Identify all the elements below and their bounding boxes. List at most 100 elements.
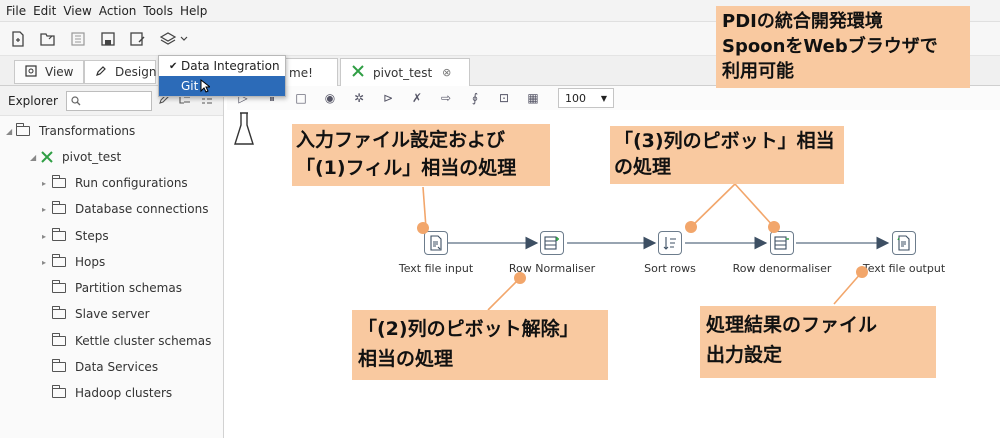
pivot-test-tab-label: pivot_test: [373, 65, 433, 80]
open-file-icon[interactable]: [40, 31, 56, 47]
callout-line: 「(1)フィル」相当の処理: [296, 157, 517, 179]
expand-arrow-icon[interactable]: ▸: [42, 232, 52, 241]
tree-item-label: Slave server: [75, 307, 150, 321]
explore-db-icon[interactable]: ⊡: [496, 91, 512, 105]
collapse-arrow-icon[interactable]: ◢: [30, 153, 40, 162]
tree-item-data-services[interactable]: Data Services: [51, 356, 159, 378]
step-text-file-input[interactable]: [424, 231, 448, 255]
tree-item-label: Partition schemas: [75, 281, 182, 295]
callout-unpivot: 「(2)列のピボット解除」 相当の処理: [352, 310, 608, 380]
stop-icon[interactable]: □: [293, 91, 309, 105]
expand-arrow-icon[interactable]: ▸: [42, 258, 52, 267]
callout-line: 処理結果のファイル: [706, 314, 878, 336]
step-row-normaliser[interactable]: [540, 231, 564, 255]
explorer-search-input[interactable]: [65, 90, 152, 111]
dropdown-item-data-integration[interactable]: ✔ Data Integration: [159, 56, 285, 76]
search-icon: [71, 95, 81, 105]
callout-line: 利用可能: [722, 61, 794, 82]
tree-item-partition-schemas[interactable]: Partition schemas: [51, 277, 182, 299]
folder-icon: [51, 201, 66, 214]
verify-icon[interactable]: ✗: [409, 91, 425, 105]
grid-icon[interactable]: ▦: [525, 91, 541, 105]
step-label-sort-rows: Sort rows: [644, 262, 696, 275]
dropdown-item-git[interactable]: Git: [159, 76, 285, 96]
close-tab-icon[interactable]: ⊗: [442, 66, 451, 79]
callout-line: PDIの統合開発環境: [722, 11, 883, 32]
view-icon: [25, 64, 37, 80]
callout-dot: [685, 221, 697, 233]
chevron-down-icon: ▼: [600, 93, 607, 103]
explorer-panel: Explorer ◢ Transformations ◢ pivot_test …: [0, 86, 224, 438]
tree-item-pivot-test[interactable]: ◢ pivot_test: [30, 146, 121, 168]
new-file-icon[interactable]: [10, 30, 26, 47]
callout-line: 相当の処理: [358, 348, 454, 370]
explorer-title: Explorer: [8, 93, 58, 108]
tree-item-transformations[interactable]: ◢ Transformations: [6, 120, 135, 142]
denormaliser-icon: [774, 236, 789, 250]
callout-line: 出力設定: [706, 344, 783, 366]
menu-edit[interactable]: Edit: [33, 4, 56, 18]
welcome-tab-label: me!: [289, 65, 313, 80]
transformation-icon: [41, 151, 53, 163]
debug-icon[interactable]: ✲: [351, 91, 367, 105]
menu-tools[interactable]: Tools: [143, 4, 173, 18]
menu-view[interactable]: View: [63, 4, 91, 18]
welcome-tab[interactable]: me!: [282, 58, 338, 86]
collapse-arrow-icon[interactable]: ◢: [6, 127, 16, 136]
save-icon[interactable]: [100, 31, 116, 47]
tree-item-label: Data Services: [75, 360, 159, 374]
step-text-file-output[interactable]: [892, 231, 916, 255]
callout-dot: [514, 272, 526, 284]
menu-file[interactable]: File: [6, 4, 26, 18]
callout-line: 入力ファイル設定および: [296, 129, 506, 151]
step-sort-rows[interactable]: [658, 231, 682, 255]
menu-action[interactable]: Action: [99, 4, 137, 18]
step-label-text-file-input: Text file input: [398, 262, 474, 275]
step-label-text-file-output: Text file output: [862, 262, 946, 275]
replay-icon[interactable]: ⊳: [380, 91, 396, 105]
view-tab-label: View: [45, 65, 74, 79]
expand-arrow-icon[interactable]: ▸: [42, 205, 52, 214]
folder-icon: [51, 175, 66, 188]
perspective-dropdown: ✔ Data Integration Git: [158, 55, 286, 97]
file-output-icon: [897, 235, 910, 251]
save-as-icon[interactable]: [130, 31, 146, 47]
tree-item-hadoop-clusters[interactable]: Hadoop clusters: [51, 382, 172, 404]
sql-icon[interactable]: ∮: [467, 91, 483, 105]
folder-icon: [51, 306, 66, 319]
menu-help[interactable]: Help: [180, 4, 207, 18]
folder-icon: [51, 280, 66, 293]
tree-item-label: Hops: [75, 255, 106, 269]
tree-item-run-configurations[interactable]: ▸ Run configurations: [42, 172, 188, 194]
tree-item-kettle-cluster-schemas[interactable]: Kettle cluster schemas: [51, 330, 211, 352]
data-integration-label: Data Integration: [181, 59, 280, 73]
mouse-cursor-icon: [200, 79, 211, 93]
preview-icon[interactable]: ◉: [322, 91, 338, 105]
callout-dot: [856, 266, 868, 278]
tree-item-label: Transformations: [39, 124, 136, 138]
tree-item-label: pivot_test: [62, 150, 122, 164]
folder-icon: [15, 123, 30, 136]
tree-item-slave-server[interactable]: Slave server: [51, 303, 150, 325]
folder-icon: [51, 359, 66, 372]
view-perspective-tab[interactable]: View: [14, 60, 84, 84]
zoom-select[interactable]: 100 ▼: [558, 88, 614, 108]
layers-icon[interactable]: [160, 31, 190, 47]
impact-icon[interactable]: ⇨: [438, 91, 454, 105]
step-row-denormaliser[interactable]: [770, 231, 794, 255]
flask-icon: [234, 112, 254, 145]
callout-input-fill: 入力ファイル設定および 「(1)フィル」相当の処理: [292, 124, 550, 186]
explore-repository-icon[interactable]: [70, 31, 86, 47]
callout-line: の処理: [614, 156, 672, 178]
tree-item-hops[interactable]: ▸ Hops: [42, 251, 105, 273]
design-tab-label: Design: [115, 65, 157, 79]
tree-item-steps[interactable]: ▸ Steps: [42, 225, 109, 247]
pencil-icon: [95, 65, 107, 80]
tree-item-database-connections[interactable]: ▸ Database connections: [42, 198, 208, 220]
expand-arrow-icon[interactable]: ▸: [42, 179, 52, 188]
design-perspective-tab[interactable]: Design: [84, 60, 156, 84]
file-input-icon: [430, 235, 442, 251]
pivot-test-tab[interactable]: pivot_test ⊗: [340, 58, 470, 86]
tree-item-label: Run configurations: [75, 176, 188, 190]
callout-line: 「(2)列のピボット解除」: [358, 318, 579, 340]
